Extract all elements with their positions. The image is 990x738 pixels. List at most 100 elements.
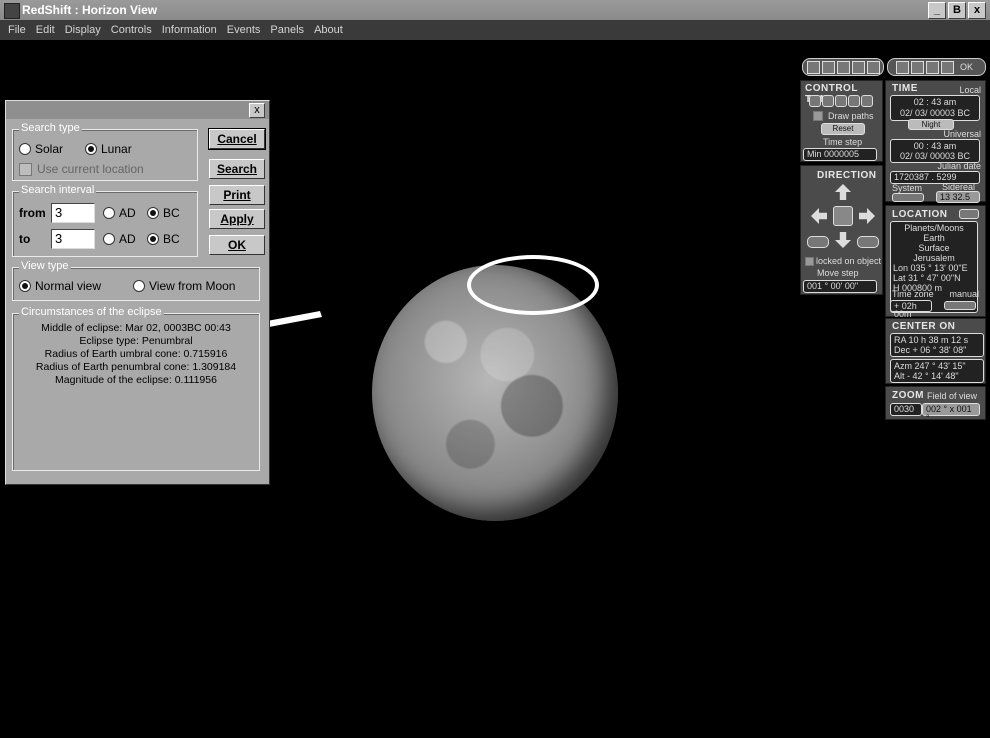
- stop-icon[interactable]: [835, 95, 847, 107]
- to-ad-radio[interactable]: AD: [103, 232, 136, 246]
- up-arrow-icon[interactable]: [835, 184, 851, 200]
- manual-toggle[interactable]: [944, 301, 976, 310]
- menu-about[interactable]: About: [314, 20, 343, 40]
- menu-events[interactable]: Events: [227, 20, 261, 40]
- fast-forward-icon[interactable]: [861, 95, 873, 107]
- fov-value[interactable]: 002 ° x 001 °: [922, 403, 980, 423]
- apply-button[interactable]: Apply: [209, 209, 265, 229]
- location-city: Jerusalem: [913, 253, 955, 263]
- reset-button[interactable]: Reset: [821, 123, 865, 135]
- ra-label: RA: [894, 335, 907, 345]
- locked-on-object-checkbox[interactable]: locked on object: [805, 256, 881, 266]
- step-forward-icon[interactable]: [848, 95, 860, 107]
- local-time: 02 : 43 am: [913, 97, 957, 107]
- menu-information[interactable]: Information: [162, 20, 217, 40]
- cancel-button[interactable]: Cancel: [208, 128, 266, 150]
- direction-panel: DIRECTION locked on object Move step 001…: [800, 165, 883, 295]
- menu-display[interactable]: Display: [65, 20, 101, 40]
- control-time-panel: CONTROL TIME Draw paths Reset Time step …: [800, 80, 883, 162]
- zoom-value[interactable]: 0030: [890, 403, 922, 416]
- ra-value: 10 h 38 m 12 s: [908, 335, 969, 345]
- lat-value: 31 ° 47' 00"N: [908, 273, 961, 283]
- tool-icon-8[interactable]: [925, 60, 939, 74]
- location-surface: Surface: [918, 243, 950, 253]
- tool-icon-6[interactable]: [895, 60, 909, 74]
- solar-radio-circle: [19, 143, 31, 155]
- move-step-label: Move step: [817, 268, 859, 278]
- menu-controls[interactable]: Controls: [111, 20, 152, 40]
- close-button[interactable]: x: [968, 2, 986, 19]
- down-arrow-icon[interactable]: [835, 232, 851, 248]
- from-bc-radio[interactable]: BC: [147, 206, 180, 220]
- maximize-button[interactable]: В: [948, 2, 966, 19]
- julian-label: Julian date: [937, 161, 981, 171]
- zoom-in-icon[interactable]: [857, 236, 879, 248]
- solar-radio[interactable]: Solar: [19, 142, 63, 156]
- timezone-row: Time zone manual + 02h 00m: [885, 285, 986, 319]
- tool-icon-2[interactable]: [821, 60, 835, 74]
- keyboard-icon[interactable]: [959, 209, 979, 219]
- system-button[interactable]: [892, 193, 924, 202]
- right-arrow-icon[interactable]: [859, 208, 875, 224]
- search-type-group: Search type Solar Lunar Use current loca…: [12, 122, 198, 181]
- search-button[interactable]: Search: [209, 159, 265, 179]
- time-step-value[interactable]: Min 0000005: [803, 148, 877, 161]
- zoom-out-icon[interactable]: [807, 236, 829, 248]
- tool-icon-1[interactable]: [806, 60, 820, 74]
- minimize-button[interactable]: _: [928, 2, 946, 19]
- universal-label: Universal: [943, 129, 981, 139]
- universal-time-display[interactable]: 00 : 43 am 02/ 03/ 00003 BC: [890, 139, 980, 163]
- time-panel: TIME Local 02 : 43 am 02/ 03/ 00003 BC N…: [885, 80, 986, 203]
- umbral-radius: Radius of Earth umbral cone: 0.715916: [44, 348, 228, 360]
- tool-icon-7[interactable]: [910, 60, 924, 74]
- azm-label: Azm: [894, 361, 912, 371]
- rewind-icon[interactable]: [809, 95, 821, 107]
- telescope-icon[interactable]: [833, 206, 853, 226]
- window-titlebar: RedShift : Horizon View _ В x: [0, 0, 990, 20]
- from-ad-radio[interactable]: AD: [103, 206, 136, 220]
- time-title: TIME: [892, 83, 918, 94]
- location-title: LOCATION: [892, 209, 948, 220]
- to-bc-radio[interactable]: BC: [147, 232, 180, 246]
- azm-alt-display[interactable]: Azm 247 ° 43' 15" Alt - 42 ° 14' 48": [890, 359, 984, 383]
- to-year-input[interactable]: 3: [51, 229, 95, 249]
- move-step-value[interactable]: 001 ° 00' 00": [803, 280, 877, 293]
- tool-icon-9[interactable]: [940, 60, 954, 74]
- view-from-moon-radio[interactable]: View from Moon: [133, 279, 235, 293]
- menu-file[interactable]: File: [8, 20, 26, 40]
- circumstances-label: Circumstances of the eclipse: [19, 306, 164, 318]
- ra-dec-display[interactable]: RA 10 h 38 m 12 s Dec + 06 ° 38' 08": [890, 333, 984, 357]
- from-label: from: [19, 206, 46, 220]
- lunar-radio-circle: [85, 143, 97, 155]
- dec-value: + 06 ° 38' 08": [912, 345, 967, 355]
- lunar-radio[interactable]: Lunar: [85, 142, 132, 156]
- normal-view-radio[interactable]: Normal view: [19, 279, 101, 293]
- direction-title: DIRECTION: [817, 170, 877, 181]
- draw-paths-checkbox[interactable]: Draw paths: [813, 111, 874, 121]
- ok-button[interactable]: OK: [209, 235, 265, 255]
- toolbar-ok-button[interactable]: OK: [956, 62, 977, 72]
- use-current-location-box: [19, 162, 32, 176]
- view-type-group: View type Normal view View from Moon: [12, 260, 260, 301]
- system-label: System: [892, 183, 923, 193]
- circumstances-group: Circumstances of the eclipse Middle of e…: [12, 306, 260, 471]
- left-arrow-icon[interactable]: [811, 208, 827, 224]
- local-time-display[interactable]: 02 : 43 am 02/ 03/ 00003 BC: [890, 95, 980, 121]
- tool-icon-4[interactable]: [851, 60, 865, 74]
- from-year-input[interactable]: 3: [51, 203, 95, 223]
- menu-edit[interactable]: Edit: [36, 20, 55, 40]
- print-button[interactable]: Print: [209, 185, 265, 205]
- dialog-close-button[interactable]: x: [249, 103, 265, 118]
- dec-label: Dec: [894, 345, 911, 355]
- playback-controls: [809, 95, 873, 107]
- lon-value: 035 ° 13' 00"E: [910, 263, 968, 273]
- menu-panels[interactable]: Panels: [270, 20, 304, 40]
- use-current-location-checkbox[interactable]: Use current location: [19, 162, 144, 176]
- tool-icon-3[interactable]: [836, 60, 850, 74]
- azm-row: Azm 247 ° 43' 15": [894, 361, 980, 371]
- step-back-icon[interactable]: [822, 95, 834, 107]
- dialog-titlebar: x: [6, 101, 269, 119]
- tool-icon-5[interactable]: [866, 60, 880, 74]
- dec-row: Dec + 06 ° 38' 08": [894, 345, 980, 355]
- timezone-value[interactable]: + 02h 00m: [890, 300, 932, 319]
